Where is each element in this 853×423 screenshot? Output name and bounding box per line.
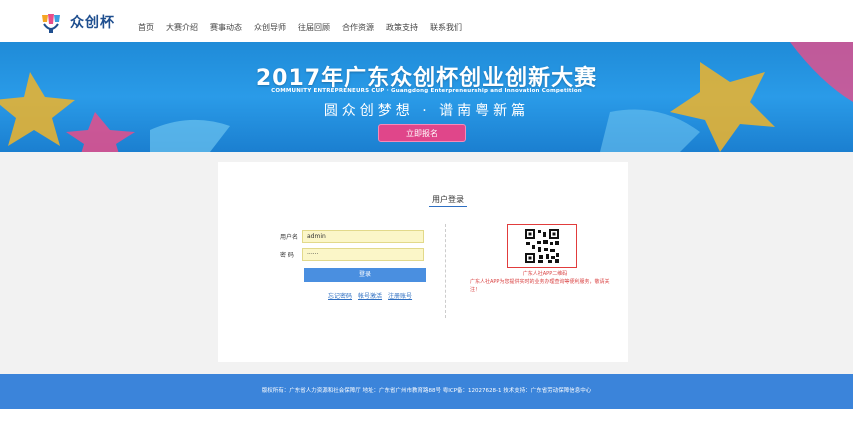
forgot-password-link[interactable]: 忘记密码 [328,291,352,300]
username-row: 用户名 admin [280,230,424,243]
banner-subtitle: COMMUNITY ENTREPRENEURS CUP · Guangdong … [271,88,582,94]
nav-news[interactable]: 赛事动态 [210,22,242,33]
login-links: 忘记密码 帐号激活 注册账号 [328,291,412,300]
nav-contact[interactable]: 联系我们 [430,22,462,33]
qr-note: 广东人社APP为您提供实时的业务办理查询等便利服务，敬请关注！ [470,279,610,293]
register-account-link[interactable]: 注册账号 [388,291,412,300]
qr-code-icon [524,228,560,264]
nav-policy[interactable]: 政策支持 [386,22,418,33]
login-button[interactable]: 登录 [304,268,426,282]
username-label: 用户名 [280,234,299,241]
nav-home[interactable]: 首页 [138,22,154,33]
username-input[interactable]: admin [302,230,424,243]
main-area: 用户登录 用户名 admin 密 码 ······ 登录 忘记密码 帐号激活 注… [0,152,853,374]
activate-account-link[interactable]: 帐号激活 [358,291,382,300]
banner-slogan: 圆众创梦想 · 谱南粤新篇 [323,103,530,119]
hero-banner: 2017年广东众创杯创业创新大赛 COMMUNITY ENTREPRENEURS… [0,42,853,152]
vertical-divider [445,224,446,318]
nav-partners[interactable]: 合作资源 [342,22,374,33]
trophy-logo-icon [42,14,60,33]
login-card: 用户登录 用户名 admin 密 码 ······ 登录 忘记密码 帐号激活 注… [218,162,628,362]
qr-code-frame [507,224,577,268]
signup-button[interactable]: 立即报名 [378,124,466,142]
password-label: 密 码 [280,252,294,259]
site-footer: 版权所有：广东省人力资源和社会保障厅 地址：广东省广州市教育路88号 粤ICP备… [0,374,853,409]
password-row: 密 码 ······ [280,248,424,261]
site-logo[interactable]: 众创杯 [38,12,115,34]
nav-review[interactable]: 往届回顾 [298,22,330,33]
nav-intro[interactable]: 大赛介绍 [166,22,198,33]
main-nav: 首页 大赛介绍 赛事动态 众创导师 往届回顾 合作资源 政策支持 联系我们 [138,22,462,33]
qr-caption: 广东人社APP二维码 [522,271,568,277]
logo-name: 众创杯 [70,15,115,31]
page: 众创杯 首页 大赛介绍 赛事动态 众创导师 往届回顾 合作资源 政策支持 联系我… [0,0,853,423]
top-bar: 众创杯 首页 大赛介绍 赛事动态 众创导师 往届回顾 合作资源 政策支持 联系我… [0,0,853,42]
password-input[interactable]: ······ [302,248,424,261]
login-title: 用户登录 [218,194,678,207]
nav-mentors[interactable]: 众创导师 [254,22,286,33]
